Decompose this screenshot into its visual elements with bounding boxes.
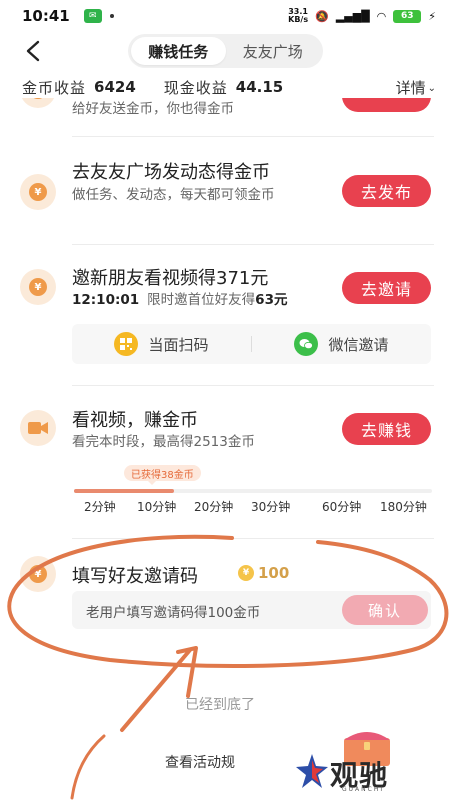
wechat-icon [294, 332, 319, 356]
charging-icon: ⚡ [428, 9, 436, 23]
cash-earnings-label: 现金收益 [163, 78, 228, 97]
earn-button[interactable]: 去赚钱 [342, 413, 431, 445]
coin-icon: ¥ [20, 269, 56, 305]
invite-code-placeholder: 老用户填写邀请码得100金币 [86, 605, 261, 621]
video-glyph [28, 422, 48, 434]
invite-button[interactable]: 去邀请 [342, 272, 431, 304]
tick-label: 60分钟 [322, 500, 362, 514]
tab-bar: 赚钱任务 友友广场 [128, 34, 323, 68]
details-link[interactable]: 详情 ⌄ [396, 77, 436, 98]
tab-earn-tasks[interactable]: 赚钱任务 [131, 37, 226, 65]
chevron-down-icon: ⌄ [427, 82, 436, 94]
tick-label: 20分钟 [194, 500, 234, 514]
coin-icon: ¥ [20, 98, 56, 108]
details-label: 详情 [395, 78, 426, 97]
yen-coin-icon: ¥ [238, 565, 254, 581]
wechat-glyph [299, 339, 314, 350]
invite-desc-text: 限时邀首位好友得 [147, 292, 256, 308]
star-logo-icon [296, 754, 328, 788]
battery-icon: 63 [393, 9, 422, 23]
wechat-notification-icon: ✉ [83, 9, 102, 23]
notification-dot-icon [109, 14, 114, 18]
qr-code-icon [114, 332, 139, 356]
tick-label: 2分钟 [84, 500, 116, 514]
confirm-button[interactable]: 确认 [342, 595, 428, 625]
task-code-title: 填写好友邀请码 [72, 566, 198, 587]
yen-icon: ¥ [29, 565, 47, 583]
task-video-desc: 看完本时段，最高得2513金币 [72, 434, 255, 450]
video-progress-fill [74, 489, 175, 493]
task-post-desc: 做任务、发动态，每天都可领金币 [72, 187, 275, 203]
divider [72, 244, 434, 245]
task-list: ¥ 给好友送金币，你也得金币 ¥ 去友友广场发动态得金币 做任务、发动态，每天都… [0, 98, 450, 800]
divider [72, 538, 434, 539]
watermark-logo: 观驰 GUANCHI [296, 752, 416, 794]
share-options: 当面扫码 微信邀请 [72, 324, 431, 364]
task-gift-desc: 给好友送金币，你也得金币 [72, 101, 234, 117]
cash-earnings-value: 44.15 [235, 78, 284, 96]
yen-icon: ¥ [29, 183, 47, 201]
activity-rules-link[interactable]: 查看活动规 [165, 752, 235, 772]
invite-desc-amount: 63元 [255, 292, 288, 308]
yen-icon: ¥ [29, 98, 47, 99]
coin-icon: ¥ [20, 556, 56, 592]
tab-friends-square[interactable]: 友友广场 [226, 37, 321, 65]
earned-badge: 已获得38金币 [124, 465, 201, 485]
divider [72, 385, 434, 386]
gold-earnings-value: 6424 [94, 78, 136, 96]
task-post-title: 去友友广场发动态得金币 [72, 162, 270, 183]
signal-icon: ▂▄▆█ [335, 9, 370, 23]
yen-icon: ¥ [29, 278, 47, 296]
task-video-title: 看视频，赚金币 [72, 410, 198, 431]
gift-task-button[interactable] [342, 98, 431, 112]
tick-label: 180分钟 [380, 500, 427, 514]
scan-qr-option[interactable]: 当面扫码 [72, 332, 251, 356]
watermark-subtext: GUANCHI [342, 786, 385, 793]
post-button[interactable]: 去发布 [342, 175, 431, 207]
video-progress-track [74, 489, 432, 493]
task-invite-desc: 12:10:01 限时邀首位好友得63元 [72, 291, 287, 310]
divider [72, 136, 434, 137]
tick-label: 30分钟 [251, 500, 291, 514]
network-speed: 33.1 KB/s [288, 8, 308, 24]
code-reward: ¥ 100 [238, 564, 289, 582]
wifi-icon: ◠ [376, 9, 387, 23]
gold-earnings-label: 金币收益 [22, 78, 87, 97]
status-bar: 10:41 ✉ 33.1 KB/s 🔕 ▂▄▆█ ◠ 63 ⚡ [0, 0, 450, 32]
status-right: 33.1 KB/s 🔕 ▂▄▆█ ◠ 63 ⚡ [288, 8, 436, 24]
qr-glyph [120, 338, 133, 350]
status-time: 10:41 [22, 7, 70, 25]
tick-label: 10分钟 [137, 500, 177, 514]
progress-ticks: 2分钟 10分钟 20分钟 30分钟 60分钟 180分钟 [0, 498, 450, 516]
header: 赚钱任务 友友广场 [0, 32, 450, 72]
wechat-invite-label: 微信邀请 [328, 335, 389, 354]
invite-timer: 12:10:01 [72, 292, 140, 308]
end-of-list-text: 已经到底了 [185, 697, 255, 713]
coin-icon: ¥ [20, 174, 56, 210]
mute-icon: 🔕 [315, 9, 329, 23]
code-reward-value: 100 [258, 564, 290, 582]
earnings-bar: 金币收益 6424 现金收益 44.15 详情 ⌄ [0, 76, 450, 98]
wechat-invite-option[interactable]: 微信邀请 [252, 332, 431, 356]
network-speed-unit: KB/s [288, 15, 309, 24]
scan-qr-label: 当面扫码 [148, 335, 209, 354]
task-invite-title: 邀新朋友看视频得371元 [72, 268, 269, 289]
back-button[interactable] [18, 36, 48, 66]
chevron-left-icon [26, 40, 40, 62]
video-camera-icon [20, 410, 56, 446]
